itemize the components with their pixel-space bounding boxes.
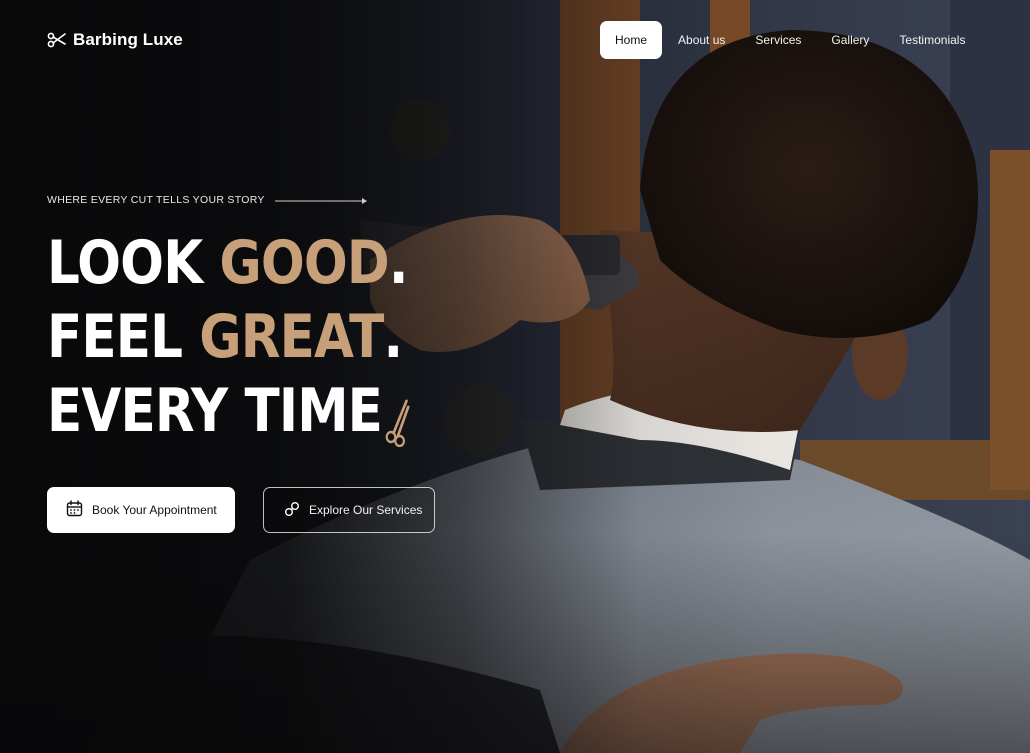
brand-name: Barbing Luxe	[73, 30, 183, 49]
hero-tagline: WHERE EVERY CUT TELLS YOUR STORY	[47, 194, 371, 206]
headline-every-time: EVERY TIME	[47, 376, 383, 446]
nav-item-home[interactable]: Home	[600, 21, 663, 59]
headline-word-great: GREAT	[199, 302, 384, 372]
headline-line-2: FEEL GREAT.	[47, 300, 411, 374]
site-header: Barbing Luxe Home About us Services Gall…	[0, 0, 1030, 80]
headline-line-1: LOOK GOOD.	[47, 226, 411, 300]
hero-headline: LOOK GOOD. FEEL GREAT. EVERY TIME	[47, 226, 471, 448]
brand-logo[interactable]: Barbing Luxe	[47, 30, 183, 50]
book-appointment-label: Book Your Appointment	[92, 503, 217, 517]
explore-services-button[interactable]: Explore Our Services	[263, 487, 435, 533]
tagline-text: WHERE EVERY CUT TELLS YOUR STORY	[47, 194, 265, 206]
scissors-icon	[47, 30, 67, 50]
explore-services-label: Explore Our Services	[309, 503, 423, 517]
arrow-right-icon	[273, 194, 371, 206]
link-icon	[284, 501, 300, 520]
nav-item-services[interactable]: Services	[755, 21, 801, 59]
headline-period: .	[383, 302, 403, 372]
calendar-icon	[66, 500, 83, 520]
scissors-accent-icon	[384, 390, 412, 448]
headline-word-look: LOOK	[47, 228, 220, 298]
book-appointment-button[interactable]: Book Your Appointment	[47, 487, 235, 533]
headline-period: .	[388, 228, 409, 298]
headline-word-good: GOOD	[219, 228, 389, 298]
nav-item-gallery[interactable]: Gallery	[831, 21, 869, 59]
headline-line-3: EVERY TIME	[47, 374, 411, 448]
nav-item-testimonials[interactable]: Testimonials	[899, 21, 965, 59]
nav-item-about-us[interactable]: About us	[678, 21, 725, 59]
headline-word-feel: FEEL	[47, 302, 200, 372]
main-nav: Home About us Services Gallery Testimoni…	[600, 21, 965, 59]
